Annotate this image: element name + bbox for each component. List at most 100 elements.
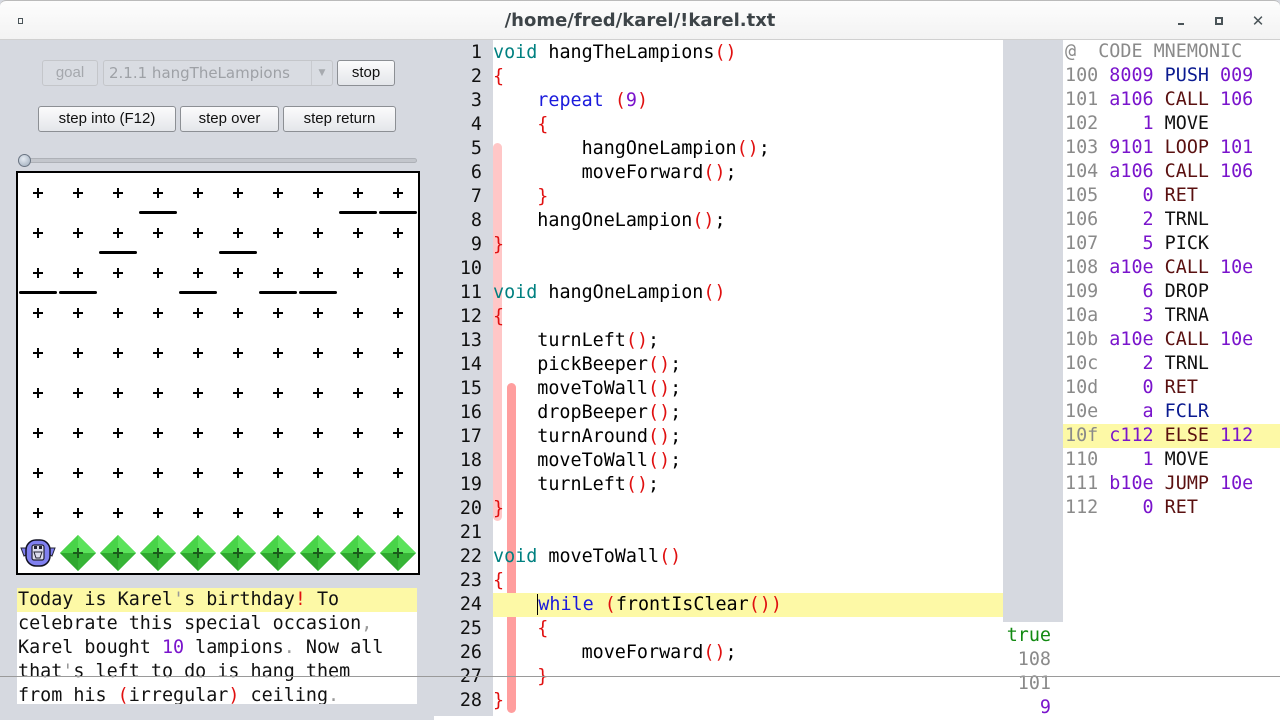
bytecode-argument: 10e (1208, 257, 1254, 278)
code-text: hangOneLampion(); (493, 137, 1003, 161)
token: moveForward (493, 642, 704, 663)
minimize-button[interactable] (1174, 13, 1190, 29)
token: dropBeeper (493, 402, 649, 423)
intersection-marker (33, 308, 43, 318)
bytecode-mnemonic: ELSE (1164, 425, 1209, 446)
wall-segment (19, 291, 57, 294)
close-button[interactable]: ✕ (1250, 13, 1266, 29)
world-cell (218, 253, 258, 293)
chevron-down-icon: ▼ (311, 61, 332, 85)
token: that (18, 661, 63, 682)
line-number: 28 (459, 690, 482, 711)
intersection-marker (273, 428, 283, 438)
bytecode-code: 8009 (1109, 65, 1165, 86)
bytecode-argument: 10e (1208, 473, 1254, 494)
world-cell (218, 333, 258, 373)
beeper-icon (340, 535, 376, 571)
token: turnLeft (493, 474, 626, 495)
bytecode-address: 100 (1065, 65, 1110, 86)
code-line: 1 void hangTheLampions() (434, 41, 1003, 65)
bytecode-mnemonic: TRNL (1164, 353, 1209, 374)
world-cell (338, 173, 378, 213)
world-cell (258, 333, 298, 373)
bytecode-code: 2 (1109, 209, 1165, 230)
token: ; (758, 138, 770, 159)
token: ceiling (239, 685, 329, 704)
token: ! (294, 589, 306, 610)
speed-slider-knob[interactable] (18, 154, 31, 167)
goal-button[interactable]: goal (42, 60, 98, 86)
bytecode-address: 103 (1065, 137, 1110, 158)
intersection-marker (313, 188, 323, 198)
intersection-marker (393, 468, 403, 478)
line-number: 15 (459, 378, 482, 399)
token: () (736, 138, 759, 159)
header-mnemonic: MNEMONIC (1153, 41, 1243, 62)
bytecode-code: 1 (1109, 449, 1165, 470)
step-over-button[interactable]: step over (180, 106, 279, 132)
intersection-marker (73, 428, 83, 438)
step-into-button[interactable]: step into (F12) (38, 106, 176, 132)
code-line: 25 { (434, 617, 1003, 641)
world-cell (58, 213, 98, 253)
token: from his (18, 685, 118, 704)
intersection-marker (233, 268, 243, 278)
intersection-marker (353, 348, 363, 358)
speed-slider[interactable] (18, 154, 417, 167)
token: ; (648, 474, 660, 495)
intersection-marker (273, 508, 283, 518)
intersection-marker (233, 508, 243, 518)
world-cell (138, 413, 178, 453)
story-line: celebrate this special occasion, (17, 612, 417, 636)
bytecode-mnemonic: TRNL (1164, 209, 1209, 230)
bytecode-row: 110 1 MOVE (1063, 448, 1280, 472)
story-line: Today is Karel's birthday! To (17, 588, 417, 612)
token: () (648, 378, 671, 399)
token: () (703, 642, 726, 663)
code-text: pickBeeper(); (493, 353, 1003, 377)
maximize-button[interactable] (1212, 13, 1228, 29)
bytecode-address: 105 (1065, 185, 1110, 206)
line-number: 7 (470, 186, 482, 207)
line-number: 18 (459, 450, 482, 471)
step-return-button[interactable]: step return (283, 106, 396, 132)
token: () (703, 282, 726, 303)
world-cell (138, 173, 178, 213)
world-cell (178, 293, 218, 333)
bytecode-mnemonic: MOVE (1164, 449, 1209, 470)
code-text: { (493, 113, 1003, 137)
world-cell (338, 253, 378, 293)
stop-button[interactable]: stop (337, 60, 395, 86)
world-cell (178, 333, 218, 373)
line-number: 26 (459, 642, 482, 663)
line-number: 2 (470, 66, 482, 87)
line-number: 3 (470, 90, 482, 111)
world-cell (58, 293, 98, 333)
code-text: repeat (9) (493, 89, 1003, 113)
bytecode-address: 101 (1065, 89, 1110, 110)
intersection-marker (313, 468, 323, 478)
code-editor[interactable]: 1 void hangTheLampions() 2{3 repeat (9) 4 {… (434, 40, 1003, 720)
wall-segment (379, 211, 417, 214)
code-line: 3 repeat (9) (434, 89, 1003, 113)
bytecode-code: 0 (1109, 377, 1165, 398)
token: hangTheLampions (537, 42, 715, 63)
world-cell (58, 413, 98, 453)
world-cell (258, 373, 298, 413)
token: { (537, 114, 549, 135)
code-line: 23 { (434, 569, 1003, 593)
bytecode-row: 10e a FCLR (1063, 400, 1280, 424)
problem-select[interactable]: 2.1.1 hangTheLampions ▼ (103, 60, 333, 86)
world-cell (138, 253, 178, 293)
world-cell (258, 453, 298, 493)
token: { (493, 570, 505, 591)
line-number: 12 (459, 306, 482, 327)
wall-segment (259, 291, 297, 294)
world-cell (258, 213, 298, 253)
intersection-marker (113, 228, 123, 238)
bytecode-argument: 112 (1208, 425, 1254, 446)
intersection-marker (73, 348, 83, 358)
world-cell (178, 253, 218, 293)
bytecode-code: a (1109, 401, 1165, 422)
world-cell (338, 333, 378, 373)
